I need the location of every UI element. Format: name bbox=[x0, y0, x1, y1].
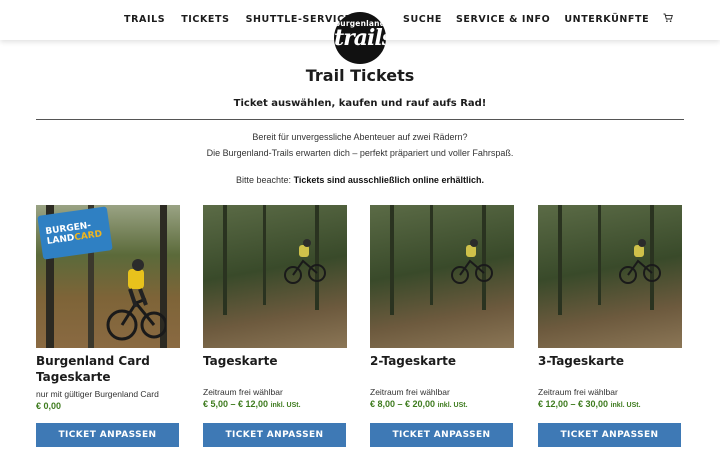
product-image[interactable] bbox=[538, 205, 682, 348]
page-title: Trail Tickets bbox=[305, 66, 415, 85]
logo-text-big: trails bbox=[334, 25, 386, 51]
intro-line-1: Bereit für unvergessliche Abenteuer auf … bbox=[252, 132, 468, 142]
note-prefix: Bitte beachte: bbox=[236, 175, 294, 185]
product-description: Zeitraum frei wählbar bbox=[370, 387, 450, 397]
price-tax: inkl. USt. bbox=[437, 402, 468, 409]
product-description: Zeitraum frei wählbar bbox=[203, 387, 283, 397]
main-nav-right: SUCHE SERVICE & INFO UNTERKÜNFTE bbox=[403, 13, 674, 25]
price-value: € 8,00 – € 20,00 bbox=[370, 399, 436, 409]
product-price: € 12,00 – € 30,00 inkl. USt. bbox=[538, 399, 682, 409]
product-image[interactable] bbox=[370, 205, 514, 348]
product-card-3-tageskarte: 3-Tageskarte Zeitraum frei wählbar € 12,… bbox=[538, 205, 682, 447]
product-card-burgenland-card: BURGEN- LANDCARD Burgenland Card Tageska… bbox=[36, 205, 180, 447]
product-image[interactable]: BURGEN- LANDCARD bbox=[36, 205, 180, 348]
product-card-tageskarte: Tageskarte Zeitraum frei wählbar € 5,00 … bbox=[203, 205, 347, 447]
ticket-anpassen-button[interactable]: TICKET ANPASSEN bbox=[538, 423, 681, 447]
product-name[interactable]: Tageskarte bbox=[203, 353, 347, 369]
cart-icon[interactable] bbox=[663, 13, 674, 23]
site-logo[interactable]: burgenland trails bbox=[334, 12, 386, 64]
price-value: € 12,00 – € 30,00 bbox=[538, 399, 609, 409]
divider bbox=[36, 119, 684, 120]
nav-suche[interactable]: SUCHE bbox=[403, 14, 442, 25]
burgenland-card-badge: BURGEN- LANDCARD bbox=[37, 206, 113, 260]
purchase-note: Bitte beachte: Tickets sind ausschließli… bbox=[0, 175, 720, 185]
ticket-anpassen-button[interactable]: TICKET ANPASSEN bbox=[370, 423, 513, 447]
page-subtitle: Ticket auswählen, kaufen und rauf aufs R… bbox=[233, 98, 487, 109]
product-price: € 5,00 – € 12,00 inkl. USt. bbox=[203, 399, 347, 409]
nav-service-info[interactable]: SERVICE & INFO bbox=[456, 14, 550, 25]
product-image[interactable] bbox=[203, 205, 347, 348]
price-value: € 5,00 – € 12,00 bbox=[203, 399, 269, 409]
product-description: nur mit gültiger Burgenland Card bbox=[36, 389, 159, 399]
ticket-anpassen-button[interactable]: TICKET ANPASSEN bbox=[36, 423, 179, 447]
price-value: € 0,00 bbox=[36, 401, 62, 411]
price-tax: inkl. USt. bbox=[270, 402, 301, 409]
ticket-anpassen-button[interactable]: TICKET ANPASSEN bbox=[203, 423, 346, 447]
product-price: € 0,00 bbox=[36, 401, 180, 411]
product-description: Zeitraum frei wählbar bbox=[538, 387, 618, 397]
nav-trails[interactable]: TRAILS bbox=[124, 14, 165, 25]
product-name[interactable]: Burgenland Card Tageskarte bbox=[36, 353, 180, 385]
product-name[interactable]: 3-Tageskarte bbox=[538, 353, 682, 369]
price-tax: inkl. USt. bbox=[610, 402, 641, 409]
intro-line-2: Die Burgenland-Trails erwarten dich – pe… bbox=[206, 148, 514, 158]
note-bold: Tickets sind ausschließlich online erhäl… bbox=[293, 175, 484, 185]
product-price: € 8,00 – € 20,00 inkl. USt. bbox=[370, 399, 514, 409]
product-card-2-tageskarte: 2-Tageskarte Zeitraum frei wählbar € 8,0… bbox=[370, 205, 514, 447]
product-name[interactable]: 2-Tageskarte bbox=[370, 353, 514, 369]
nav-unterkuenfte[interactable]: UNTERKÜNFTE bbox=[564, 14, 649, 25]
nav-tickets[interactable]: TICKETS bbox=[181, 14, 229, 25]
main-nav-left: TRAILS TICKETS SHUTTLE-SERVICE bbox=[124, 14, 352, 25]
